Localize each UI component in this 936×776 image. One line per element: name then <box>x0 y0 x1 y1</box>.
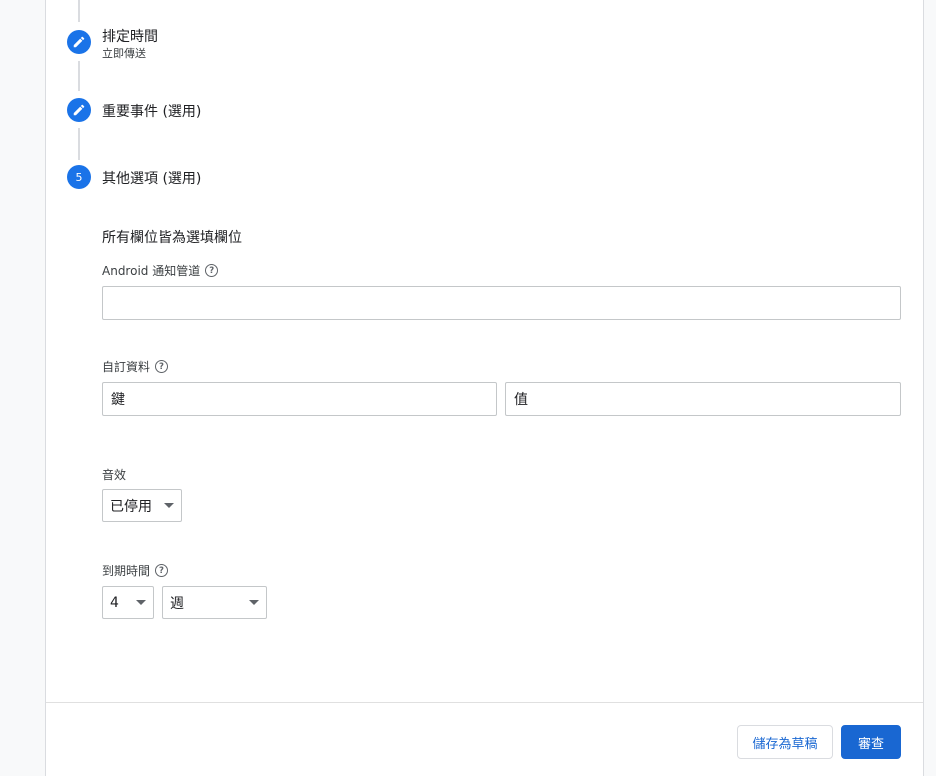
expiration-unit-value: 週 <box>170 595 184 612</box>
help-icon[interactable]: ? <box>155 564 169 577</box>
chevron-down-icon <box>164 503 174 508</box>
sound-select[interactable]: 已停用 <box>102 489 182 522</box>
stepper-connector <box>78 0 80 22</box>
sound-label: 音效 <box>102 468 127 482</box>
edit-icon <box>73 36 85 48</box>
step-number-badge: 5 <box>67 165 91 189</box>
sound-select-value: 已停用 <box>110 498 152 515</box>
chevron-down-icon <box>249 600 259 605</box>
step-events-title[interactable]: 重要事件 (選用) <box>102 101 201 121</box>
section-heading: 所有欄位皆為選填欄位 <box>102 230 242 246</box>
expiration-label: 到期時間 ? <box>102 562 169 579</box>
android-channel-label-text: Android 通知管道 <box>102 264 201 278</box>
expiration-amount-select[interactable]: 4 <box>102 586 154 619</box>
help-icon[interactable]: ? <box>155 360 169 373</box>
edit-icon <box>73 104 85 116</box>
step-options-title[interactable]: 其他選項 (選用) <box>102 168 201 188</box>
step-schedule-title[interactable]: 排定時間 <box>102 26 158 46</box>
expiration-label-text: 到期時間 <box>102 564 151 578</box>
step-schedule-subtitle: 立即傳送 <box>102 47 146 60</box>
stepper-connector <box>78 61 80 91</box>
footer-divider <box>46 702 923 703</box>
save-draft-button[interactable]: 儲存為草稿 <box>737 725 833 759</box>
expiration-unit-select[interactable]: 週 <box>162 586 267 619</box>
android-channel-input[interactable] <box>102 286 901 320</box>
step-schedule-edit-button[interactable] <box>67 30 91 54</box>
expiration-amount-value: 4 <box>110 594 119 611</box>
help-icon[interactable]: ? <box>205 264 219 277</box>
custom-data-key-input[interactable]: 鍵 <box>102 382 497 416</box>
review-button[interactable]: 審查 <box>841 725 901 759</box>
custom-data-label-text: 自訂資料 <box>102 360 151 374</box>
chevron-down-icon <box>136 600 146 605</box>
stepper-connector <box>78 128 80 160</box>
custom-data-label: 自訂資料 ? <box>102 358 169 375</box>
android-channel-label: Android 通知管道 ? <box>102 262 219 279</box>
step-events-edit-button[interactable] <box>67 98 91 122</box>
custom-data-value-input[interactable]: 值 <box>505 382 901 416</box>
